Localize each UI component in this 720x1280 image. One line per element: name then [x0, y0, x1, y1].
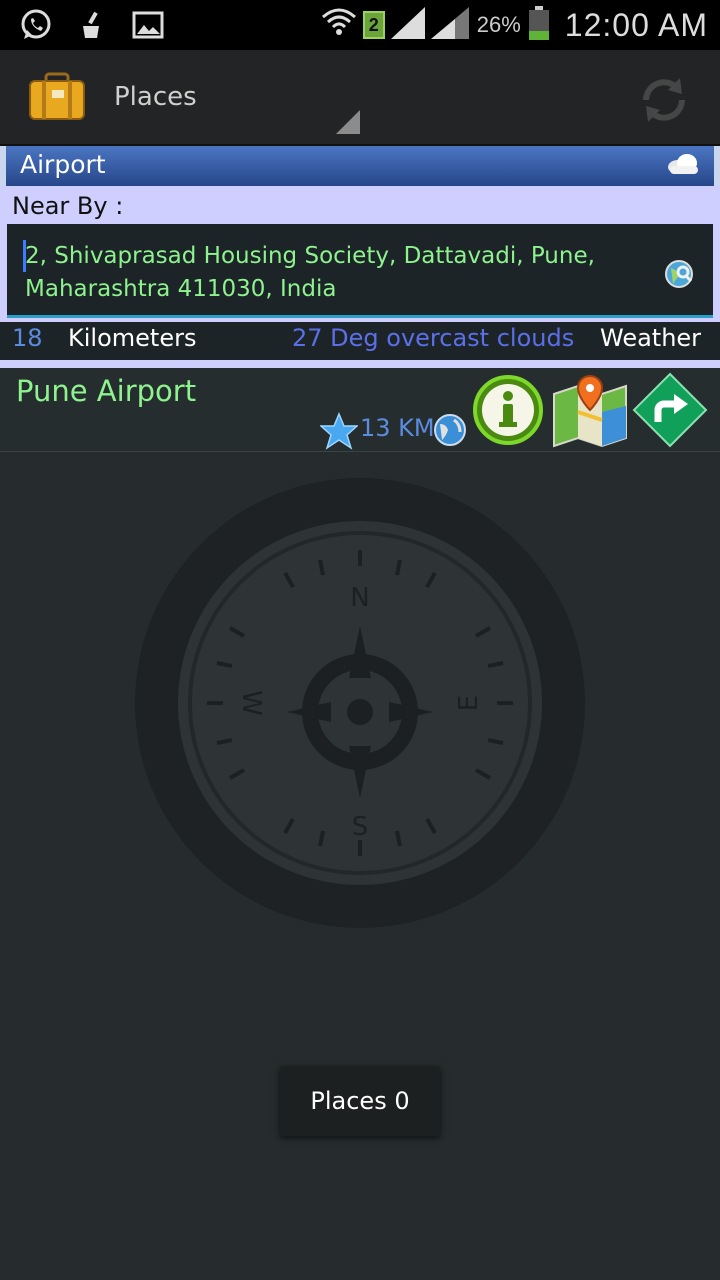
radius-unit: Kilometers — [68, 324, 197, 352]
address-field[interactable]: 2, Shivaprasad Housing Society, Dattavad… — [7, 224, 713, 318]
weather-button[interactable]: Weather — [600, 324, 701, 352]
map-button[interactable] — [550, 372, 630, 448]
star-icon — [319, 412, 359, 450]
compass-background-icon: N S W E — [135, 478, 585, 928]
globe-icon — [432, 412, 468, 448]
whatsapp-icon — [18, 7, 54, 43]
battery-percent: 26% — [476, 12, 521, 37]
list-item[interactable]: Pune Airport 13 KM — [0, 368, 720, 452]
svg-text:W: W — [236, 690, 266, 716]
directions-button[interactable] — [632, 372, 708, 448]
near-by-label: Near By : — [12, 192, 124, 220]
info-button[interactable] — [472, 374, 544, 446]
status-bar: 2 26% 12:00 AM — [0, 0, 720, 50]
svg-text:S: S — [352, 812, 369, 842]
battery-icon — [527, 5, 551, 45]
weather-summary: 27 Deg overcast clouds — [292, 324, 575, 352]
signal-icon — [390, 5, 471, 45]
action-bar: Places — [0, 50, 720, 146]
place-name: Pune Airport — [16, 374, 197, 408]
location-globe-icon[interactable] — [663, 258, 695, 290]
page-title: Places — [114, 82, 197, 112]
spinner-indicator[interactable] — [336, 110, 360, 134]
toast-message: Places 0 — [280, 1066, 440, 1136]
distance-text: 13 KM — [360, 414, 435, 442]
category-header[interactable]: Airport — [0, 146, 720, 186]
svg-text:E: E — [454, 695, 484, 711]
cloud-icon — [666, 152, 700, 176]
wifi-icon — [321, 5, 357, 45]
refresh-icon[interactable] — [636, 72, 692, 128]
divider — [0, 360, 720, 368]
suitcase-logo-icon[interactable] — [28, 72, 86, 122]
address-text: 2, Shivaprasad Housing Society, Dattavad… — [25, 243, 595, 302]
radius-weather-row: 18 Kilometers 27 Deg overcast clouds Wea… — [0, 322, 720, 360]
cleaner-icon — [74, 7, 110, 43]
near-by-panel: Near By : 2, Shivaprasad Housing Society… — [0, 186, 720, 360]
sim-badge: 2 — [362, 11, 385, 39]
radius-value[interactable]: 18 — [12, 324, 43, 352]
gallery-icon — [130, 7, 166, 43]
category-label: Airport — [20, 150, 106, 179]
clock: 12:00 AM — [564, 6, 708, 43]
svg-text:N: N — [350, 583, 369, 613]
